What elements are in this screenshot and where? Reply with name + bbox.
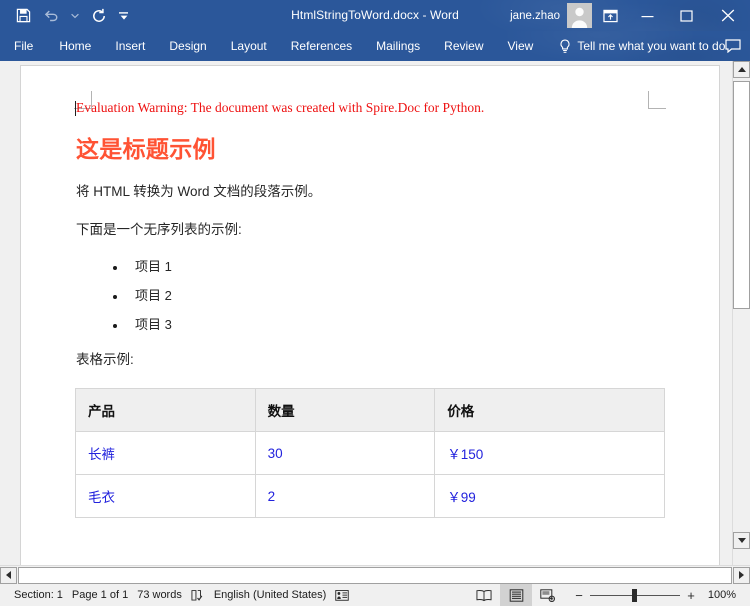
table-cell: ￥99 — [434, 474, 665, 519]
proofing-errors-icon[interactable] — [191, 584, 214, 606]
accessibility-icon[interactable] — [335, 584, 358, 606]
list-item: 项目 1 — [113, 259, 665, 276]
evaluation-warning: Evaluation Warning: The document was cre… — [76, 100, 485, 115]
ribbon-tab-strip: File Home Insert Design Layout Reference… — [0, 31, 750, 61]
status-section[interactable]: Section: 1 — [10, 584, 72, 606]
scroll-right-button[interactable] — [733, 566, 750, 584]
horizontal-scrollbar-thumb[interactable] — [18, 566, 732, 584]
customize-qat-icon[interactable] — [114, 4, 132, 28]
status-page[interactable]: Page 1 of 1 — [72, 584, 137, 606]
tell-me-box[interactable]: Tell me what you want to do — [559, 39, 725, 54]
document-page[interactable]: Evaluation Warning: The document was cre… — [20, 65, 720, 565]
chevron-up-icon — [737, 67, 746, 72]
tab-review[interactable]: Review — [432, 31, 495, 61]
table-row: 长裤 30 ￥150 — [75, 431, 665, 476]
redo-icon[interactable] — [86, 4, 112, 28]
avatar[interactable] — [567, 3, 592, 28]
tab-references[interactable]: References — [279, 31, 364, 61]
title-bar: HtmlStringToWord.docx - Word jane.zhao — [0, 0, 750, 31]
tab-design[interactable]: Design — [157, 31, 218, 61]
chevron-right-icon — [739, 571, 744, 579]
table-header-row: 产品 数量 价格 — [75, 388, 665, 433]
tab-home[interactable]: Home — [47, 31, 103, 61]
zoom-level-label[interactable]: 100% — [700, 589, 750, 601]
list-item: 项目 2 — [113, 288, 665, 305]
minimize-button[interactable] — [628, 0, 667, 31]
zoom-out-button[interactable]: − — [570, 588, 588, 603]
title-bar-right: jane.zhao — [510, 0, 750, 31]
ribbon-display-options-icon[interactable] — [592, 0, 628, 31]
table-cell: 2 — [254, 474, 436, 519]
lightbulb-icon — [559, 39, 571, 54]
share-comment-icon[interactable] — [725, 39, 741, 53]
paragraph-1: 将 HTML 转换为 Word 文档的段落示例。 — [76, 183, 322, 199]
table-header-cell: 数量 — [254, 388, 436, 433]
user-name[interactable]: jane.zhao — [510, 10, 567, 22]
view-print-layout-button[interactable] — [500, 584, 532, 606]
zoom-control: − + 100% — [564, 584, 750, 606]
document-table: 产品 数量 价格 长裤 30 ￥150 毛衣 2 ￥99 — [75, 388, 665, 519]
horizontal-scrollbar[interactable] — [0, 565, 750, 584]
quick-access-toolbar — [0, 4, 132, 28]
paragraph-3: 表格示例: — [76, 351, 134, 367]
chevron-down-icon — [737, 538, 746, 543]
list-item: 项目 3 — [113, 317, 665, 334]
tab-view[interactable]: View — [496, 31, 546, 61]
document-scroll-region: Evaluation Warning: The document was cre… — [0, 61, 732, 565]
vertical-scrollbar-thumb[interactable] — [733, 81, 750, 309]
undo-dropdown-chevron-down-icon[interactable] — [66, 4, 84, 28]
table-row: 毛衣 2 ￥99 — [75, 474, 665, 519]
document-content: Evaluation Warning: The document was cre… — [75, 100, 665, 519]
bulleted-list: 项目 1 项目 2 项目 3 — [75, 259, 665, 334]
zoom-in-button[interactable]: + — [682, 588, 700, 603]
tab-mailings[interactable]: Mailings — [364, 31, 432, 61]
table-cell: 30 — [254, 431, 436, 476]
tab-insert[interactable]: Insert — [103, 31, 157, 61]
paragraph-2: 下面是一个无序列表的示例: — [76, 222, 242, 238]
chevron-left-icon — [6, 571, 11, 579]
scroll-up-button[interactable] — [733, 61, 750, 78]
maximize-button[interactable] — [667, 0, 706, 31]
view-read-mode-button[interactable] — [468, 584, 500, 606]
scroll-left-button[interactable] — [0, 566, 17, 584]
vertical-scrollbar[interactable] — [732, 61, 750, 565]
document-heading: 这是标题示例 — [76, 135, 216, 162]
table-cell: 长裤 — [75, 431, 256, 476]
word-window: HtmlStringToWord.docx - Word jane.zhao F… — [0, 0, 750, 606]
work-area: Evaluation Warning: The document was cre… — [0, 61, 750, 565]
tell-me-label: Tell me what you want to do — [577, 39, 726, 53]
table-header-cell: 价格 — [434, 388, 665, 433]
tab-layout[interactable]: Layout — [219, 31, 279, 61]
table-cell: ￥150 — [434, 431, 665, 476]
save-icon[interactable] — [10, 4, 36, 28]
zoom-slider[interactable] — [588, 584, 682, 606]
status-bar: Section: 1 Page 1 of 1 73 words English … — [0, 584, 750, 606]
tab-file[interactable]: File — [0, 31, 47, 61]
scroll-down-button[interactable] — [733, 532, 750, 549]
status-language[interactable]: English (United States) — [214, 584, 336, 606]
table-cell: 毛衣 — [75, 474, 256, 519]
undo-icon[interactable] — [38, 4, 64, 28]
close-button[interactable] — [706, 0, 750, 31]
status-word-count[interactable]: 73 words — [137, 584, 191, 606]
table-header-cell: 产品 — [75, 388, 256, 433]
view-web-layout-button[interactable] — [532, 584, 564, 606]
zoom-slider-thumb[interactable] — [632, 588, 637, 602]
